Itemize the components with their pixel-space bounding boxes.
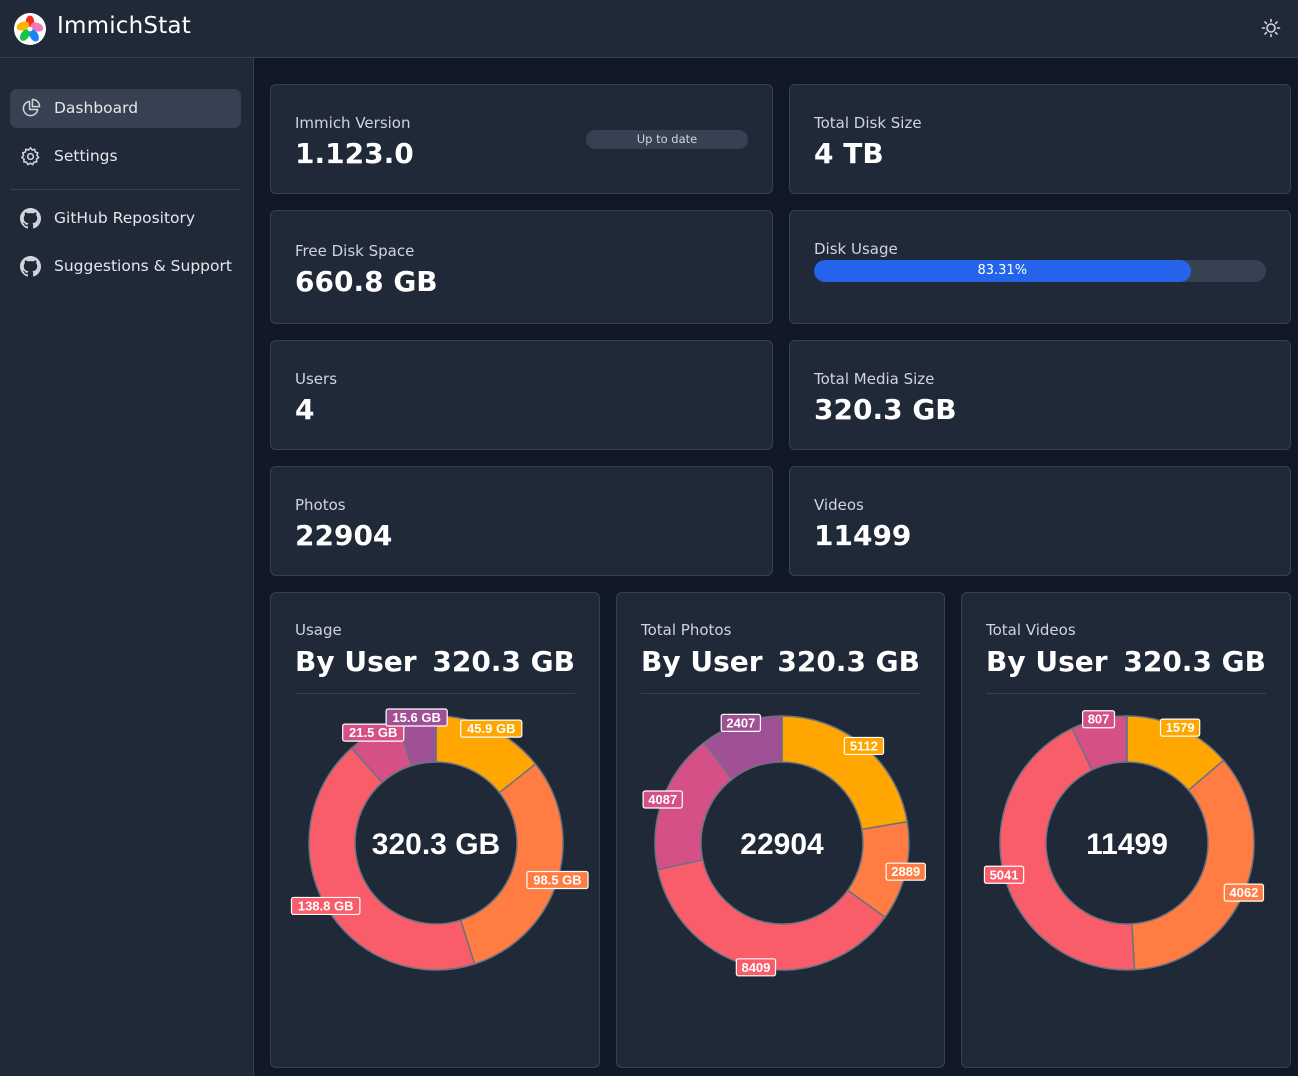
sidebar-item-settings[interactable]: Settings — [10, 137, 241, 176]
card-label: Free Disk Space — [295, 242, 415, 260]
sidebar-item-label: Settings — [54, 147, 118, 165]
slice-label-text: 5112 — [850, 738, 878, 753]
slice-label: 4062 — [1223, 883, 1265, 902]
immich-logo-icon[interactable] — [14, 13, 46, 45]
slice-label: 8409 — [735, 958, 777, 977]
github-icon — [20, 208, 41, 229]
donut-slice[interactable] — [1131, 759, 1255, 971]
slice-label: 2889 — [885, 862, 926, 881]
card-label: Photos — [295, 496, 346, 514]
slice-label: 5041 — [983, 865, 1025, 884]
slice-label: 138.8 GB — [290, 896, 361, 916]
slice-label-text: 4062 — [1229, 885, 1258, 900]
sidebar-link-github[interactable]: GitHub Repository — [10, 199, 241, 238]
slice-label-text: 2407 — [726, 715, 755, 730]
sidebar-divider — [10, 189, 241, 190]
status-badge: Up to date — [586, 130, 748, 149]
slice-label: 15.6 GB — [385, 708, 448, 727]
chart-total: 320.3 GB — [777, 645, 920, 678]
donut-slice[interactable] — [656, 859, 887, 971]
card-photos: Photos 22904 — [270, 466, 773, 576]
chart-divider — [295, 693, 575, 694]
donut-slice[interactable] — [459, 763, 564, 965]
donut-chart-videos: 1579 4062 5041 807 11499 — [983, 710, 1265, 971]
slice-label: 21.5 GB — [342, 723, 405, 742]
slice-label: 1579 — [1159, 718, 1201, 737]
donut-chart-photos: 5112 2889 8409 4087 2407 22904 — [642, 713, 926, 977]
app-title[interactable]: ImmichStat — [57, 13, 191, 39]
card-value: 320.3 GB — [814, 393, 957, 426]
chart-total: 320.3 GB — [1123, 645, 1266, 678]
slice-label-text: 45.9 GB — [467, 721, 515, 736]
card-label: Videos — [814, 496, 864, 514]
sidebar-item-dashboard[interactable]: Dashboard — [10, 89, 241, 128]
slice-label-text: 15.6 GB — [392, 710, 440, 725]
sidebar: Dashboard Settings GitHub Repository Sug… — [0, 58, 254, 1076]
card-immich-version: Immich Version 1.123.0 Up to date — [270, 84, 773, 194]
card-value: 4 — [295, 393, 315, 426]
slice-label-text: 4087 — [648, 792, 677, 807]
card-total-media-size: Total Media Size 320.3 GB — [789, 340, 1291, 450]
slice-label-text: 807 — [1088, 712, 1110, 727]
sidebar-item-label: Dashboard — [54, 99, 139, 117]
slice-label-text: 2889 — [891, 864, 920, 879]
card-label: Total Disk Size — [814, 114, 922, 132]
donut-slice[interactable] — [781, 715, 909, 831]
slice-label-text: 1579 — [1166, 720, 1195, 735]
card-videos: Videos 11499 — [789, 466, 1291, 576]
chart-title: By User — [641, 645, 763, 678]
chart-divider — [641, 693, 920, 694]
slice-label: 45.9 GB — [460, 719, 523, 738]
donut-center-text: 320.3 GB — [372, 828, 500, 861]
donut-center-text: 22904 — [740, 828, 824, 861]
slice-label: 807 — [1081, 710, 1116, 729]
progress-text: 83.31% — [977, 263, 1028, 278]
slice-label-text: 98.5 GB — [533, 873, 581, 888]
card-value: 22904 — [295, 519, 393, 552]
sidebar-link-label: GitHub Repository — [54, 209, 196, 227]
sun-icon[interactable] — [1261, 18, 1281, 38]
pie-chart-icon — [22, 98, 41, 117]
chart-label: Total Photos — [641, 621, 732, 639]
chart-card-videos: Total Videos By User 320.3 GB 1579 4062 50… — [961, 592, 1291, 1068]
sidebar-link-support[interactable]: Suggestions & Support — [10, 247, 241, 286]
top-header: ImmichStat — [0, 0, 1298, 58]
card-free-disk-space: Free Disk Space 660.8 GB — [270, 210, 773, 324]
donut-slice[interactable] — [1125, 715, 1128, 763]
card-label: Total Media Size — [814, 370, 935, 388]
card-value: 4 TB — [814, 137, 884, 170]
chart-title: By User — [295, 645, 417, 678]
slice-label-text: 5041 — [990, 867, 1019, 882]
slice-label: 5112 — [843, 736, 885, 756]
github-icon — [20, 256, 41, 277]
card-users: Users 4 — [270, 340, 773, 450]
card-value: 660.8 GB — [295, 265, 438, 298]
slice-label-text: 21.5 GB — [349, 725, 397, 740]
donut-chart-usage: 45.9 GB 98.5 GB 138.8 GB 21.5 GB15.6 GB 320.… — [290, 708, 589, 971]
slice-label: 2407 — [720, 713, 762, 732]
card-value: 11499 — [814, 519, 912, 552]
card-label: Disk Usage — [814, 240, 898, 258]
donut-center-text: 11499 — [1086, 828, 1168, 861]
chart-card-photos: Total Photos By User 320.3 GB 5112 2889 84… — [616, 592, 945, 1068]
gear-icon — [21, 146, 40, 166]
chart-total: 320.3 GB — [432, 645, 575, 678]
chart-divider — [986, 693, 1266, 694]
slice-label: 4087 — [642, 790, 683, 809]
slice-label-text: 8409 — [741, 960, 770, 975]
card-label: Immich Version — [295, 114, 411, 132]
slice-label: 98.5 GB — [526, 870, 589, 890]
chart-label: Usage — [295, 621, 342, 639]
disk-usage-progress-bar: 83.31% — [814, 260, 1266, 282]
card-value: 1.123.0 — [295, 137, 414, 170]
chart-card-usage: Usage By User 320.3 GB 45.9 GB 98.5 GB 138… — [270, 592, 600, 1068]
chart-title: By User — [986, 645, 1108, 678]
chart-label: Total Videos — [986, 621, 1076, 639]
card-total-disk-size: Total Disk Size 4 TB — [789, 84, 1291, 194]
card-label: Users — [295, 370, 338, 388]
card-disk-usage: Disk Usage 83.31% — [789, 210, 1291, 324]
slice-label-text: 138.8 GB — [298, 898, 354, 913]
sidebar-link-label: Suggestions & Support — [54, 257, 232, 275]
